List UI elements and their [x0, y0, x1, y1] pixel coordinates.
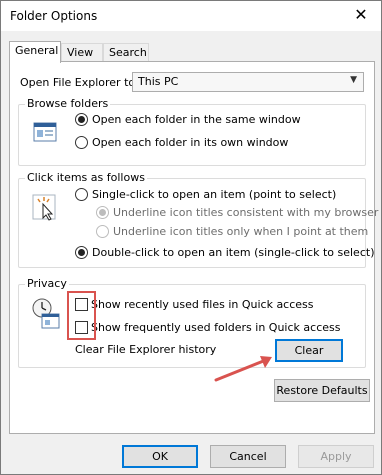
tab-general[interactable]: General — [9, 41, 61, 63]
highlight-box — [67, 291, 96, 340]
radio-same-window[interactable] — [75, 113, 88, 126]
radio-underline-browser — [96, 206, 109, 219]
click-items-group: Click items as follows Single-click to o… — [18, 171, 378, 268]
single-click-label: Single-click to open an item (point to s… — [92, 188, 337, 201]
click-items-title: Click items as follows — [25, 171, 147, 184]
browse-folders-group: Browse folders Open each folder in the s… — [18, 97, 366, 166]
radio-double-click[interactable] — [75, 246, 88, 259]
same-window-label: Open each folder in the same window — [92, 113, 301, 126]
restore-defaults-button[interactable]: Restore Defaults — [274, 379, 370, 402]
clear-history-label: Clear File Explorer history — [75, 343, 217, 356]
privacy-clock-icon — [31, 297, 61, 331]
cancel-button[interactable]: Cancel — [210, 445, 286, 468]
folder-options-dialog: Folder Options ✕ General View Search Ope… — [0, 0, 382, 475]
radio-single-click[interactable] — [75, 188, 88, 201]
clear-button[interactable]: Clear — [275, 339, 343, 362]
chevron-down-icon: ▼ — [350, 75, 357, 85]
close-icon[interactable]: ✕ — [351, 5, 371, 24]
tab-view[interactable]: View — [61, 43, 103, 62]
tab-search[interactable]: Search — [103, 43, 149, 62]
own-window-label: Open each folder in its own window — [92, 136, 289, 149]
title-bar: Folder Options ✕ — [1, 1, 381, 31]
radio-underline-point — [96, 225, 109, 238]
annotation-arrow-icon — [214, 356, 272, 382]
underline-browser-label: Underline icon titles consistent with my… — [113, 206, 379, 219]
radio-own-window[interactable] — [75, 136, 88, 149]
browse-folders-title: Browse folders — [25, 97, 111, 110]
double-click-label: Double-click to open an item (single-cli… — [92, 246, 375, 259]
browse-folders-icon — [33, 121, 57, 143]
window-title: Folder Options — [10, 9, 98, 23]
underline-point-label: Underline icon titles only when I point … — [113, 225, 369, 238]
frequent-folders-label: Show frequently used folders in Quick ac… — [91, 321, 341, 334]
privacy-title: Privacy — [25, 277, 69, 290]
open-explorer-value: This PC — [138, 75, 179, 88]
pointer-click-icon — [31, 193, 59, 223]
general-tab-panel: Open File Explorer to: This PC ▼ Browse … — [9, 61, 378, 434]
recent-files-label: Show recently used files in Quick access — [91, 298, 314, 311]
ok-button[interactable]: OK — [122, 445, 198, 468]
apply-button: Apply — [298, 445, 374, 468]
open-explorer-label: Open File Explorer to: — [20, 76, 139, 89]
open-explorer-select[interactable]: This PC ▼ — [132, 72, 364, 92]
